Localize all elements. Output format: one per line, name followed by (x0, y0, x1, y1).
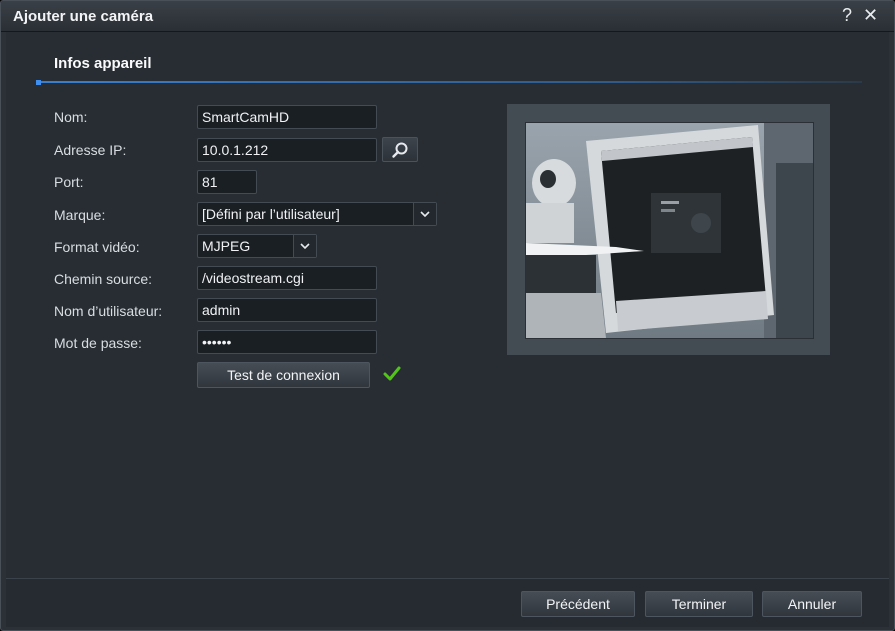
source-path-input[interactable]: /videostream.cgi (197, 266, 377, 290)
camera-preview-frame (507, 104, 830, 355)
dialog-title: Ajouter une caméra (13, 8, 154, 25)
title-bar: Ajouter une caméra ? ✕ (1, 1, 894, 32)
source-path-label: Chemin source: (54, 271, 153, 287)
add-camera-dialog: Ajouter une caméra ? ✕ Infos appareil No… (0, 0, 895, 631)
username-input[interactable]: admin (197, 298, 377, 322)
brand-value: [Défini par l’utilisateur] (202, 206, 340, 222)
port-input[interactable]: 81 (197, 170, 257, 194)
name-label: Nom: (54, 109, 88, 125)
ip-input[interactable]: 10.0.1.212 (197, 138, 377, 162)
password-input[interactable]: •••••• (197, 330, 377, 354)
previous-button[interactable]: Précédent (521, 591, 635, 617)
finish-button[interactable]: Terminer (645, 591, 753, 617)
close-icon[interactable]: ✕ (863, 5, 878, 26)
check-icon (383, 366, 401, 381)
name-input[interactable]: SmartCamHD (197, 105, 377, 129)
camera-preview-image (525, 122, 814, 339)
search-icon (392, 142, 408, 158)
search-button[interactable] (382, 137, 418, 162)
test-connection-button[interactable]: Test de connexion (197, 362, 370, 388)
section-title: Infos appareil (54, 55, 152, 72)
help-icon[interactable]: ? (842, 5, 852, 26)
port-label: Port: (54, 174, 84, 190)
ip-label: Adresse IP: (54, 142, 127, 158)
password-label: Mot de passe: (54, 335, 142, 351)
chevron-down-icon[interactable] (293, 235, 316, 257)
video-format-value: MJPEG (202, 238, 251, 254)
section-marker (36, 80, 41, 85)
cancel-button[interactable]: Annuler (762, 591, 862, 617)
brand-label: Marque: (54, 207, 106, 223)
dialog-footer: Précédent Terminer Annuler (6, 578, 889, 627)
brand-select[interactable]: [Défini par l’utilisateur] (197, 202, 437, 226)
dialog-content: Infos appareil Nom: SmartCamHD Adresse I… (6, 32, 889, 578)
video-format-select[interactable]: MJPEG (197, 234, 317, 258)
username-label: Nom d’utilisateur: (54, 303, 163, 319)
section-divider (36, 81, 862, 83)
chevron-down-icon[interactable] (413, 203, 436, 225)
video-format-label: Format vidéo: (54, 239, 140, 255)
